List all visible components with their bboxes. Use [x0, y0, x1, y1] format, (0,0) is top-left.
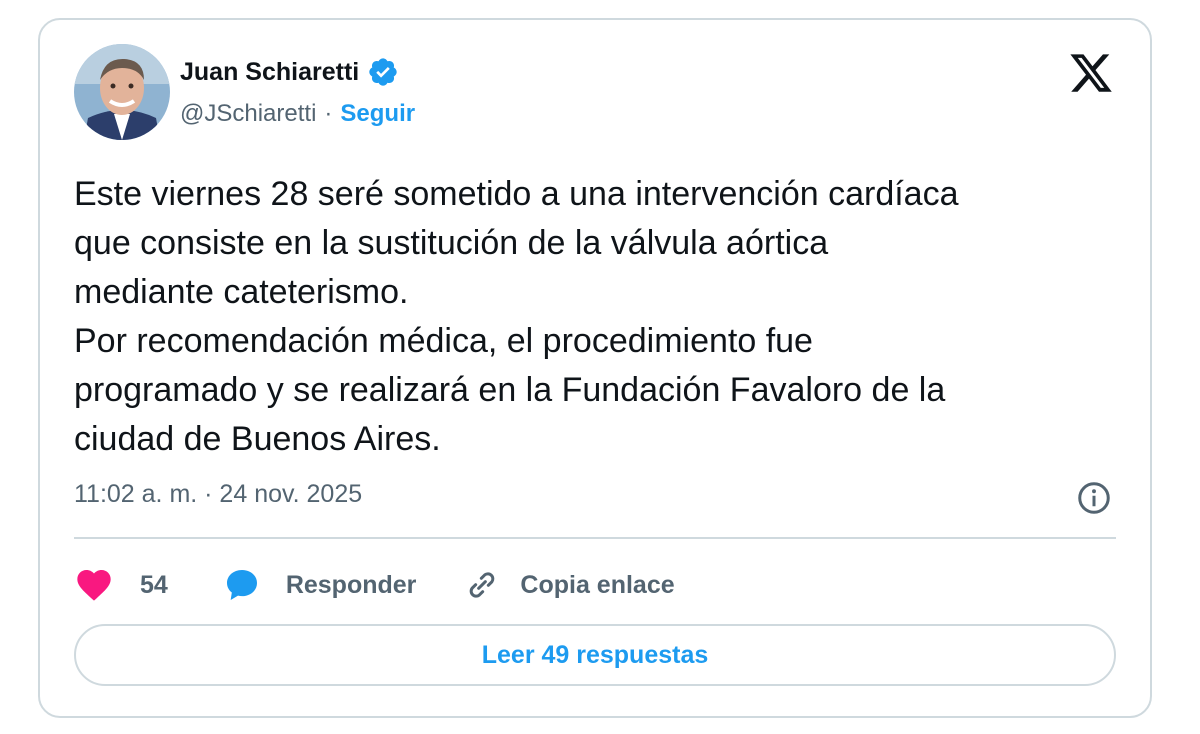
link-icon	[470, 572, 495, 598]
author-name-row: Juan Schiaretti	[180, 56, 399, 88]
reply-button[interactable]: Responder	[222, 565, 417, 605]
handle-row: @JSchiaretti · Seguir	[180, 100, 415, 128]
info-icon[interactable]	[1076, 480, 1112, 516]
separator: ·	[324, 100, 333, 127]
follow-button[interactable]: Seguir	[340, 100, 415, 128]
tweet-timestamp[interactable]: 11:02 a. m. · 24 nov. 2025	[74, 480, 362, 509]
tweet-card: Juan Schiaretti @JSchiaretti · Seguir Es…	[38, 18, 1152, 718]
heart-icon	[77, 570, 111, 601]
copy-link-button[interactable]: Copia enlace	[462, 565, 675, 605]
reply-bubble-icon	[226, 570, 257, 600]
read-replies-button[interactable]: Leer 49 respuestas	[74, 624, 1116, 686]
reply-label: Responder	[285, 570, 417, 599]
action-bar: 54 Responder Copia enlace	[74, 565, 675, 605]
avatar[interactable]	[74, 44, 170, 140]
copy-link-label: Copia enlace	[520, 570, 675, 599]
divider	[74, 537, 1116, 539]
x-logo-icon[interactable]	[1068, 50, 1114, 96]
author-handle[interactable]: @JSchiaretti	[180, 100, 316, 128]
like-count: 54	[140, 570, 168, 599]
like-button[interactable]: 54	[74, 565, 168, 605]
tweet-text: Este viernes 28 seré sometido a una inte…	[74, 175, 959, 458]
author-name[interactable]: Juan Schiaretti	[180, 58, 359, 87]
verified-badge-icon	[369, 58, 397, 86]
